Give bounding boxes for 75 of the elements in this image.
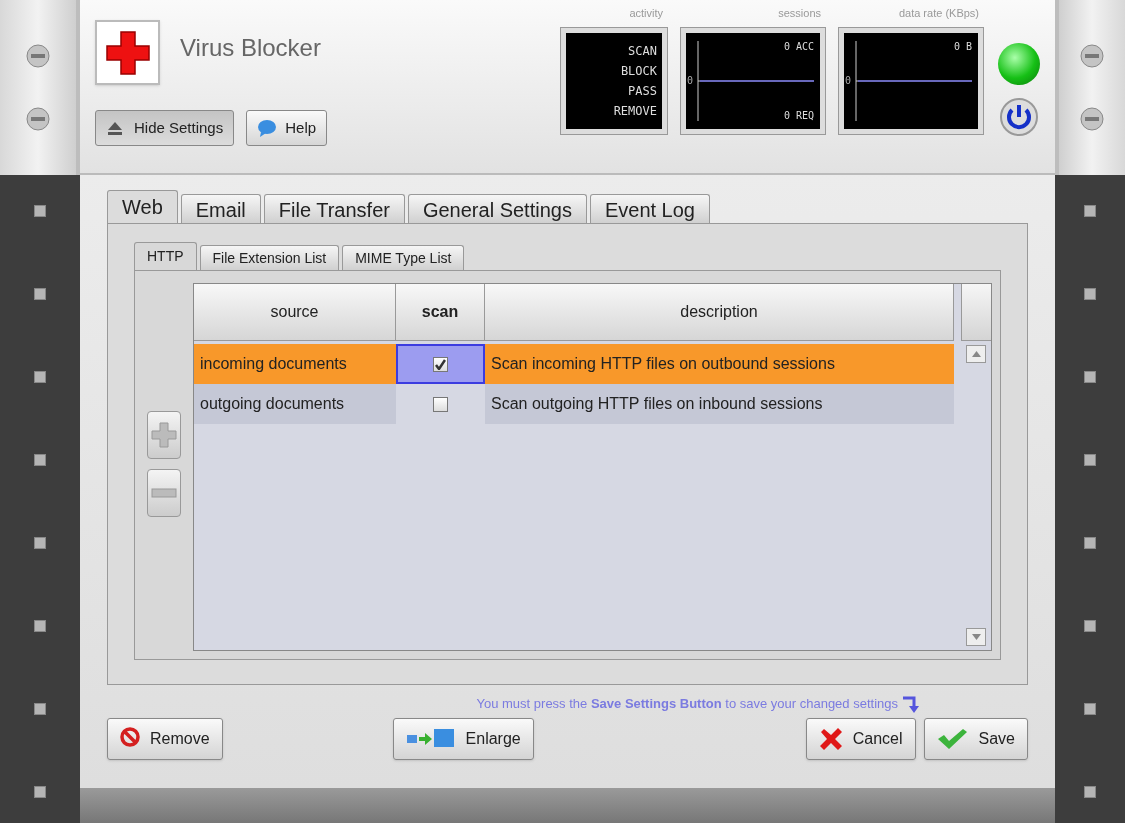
stud-icon (1084, 288, 1096, 300)
tab[interactable]: Web (107, 190, 178, 223)
checkmark-icon (936, 727, 969, 751)
table-cell-text: Scan outgoing HTTP files on inbound sessions (490, 394, 824, 414)
checkmark-icon (435, 358, 446, 370)
plus-icon (151, 422, 177, 448)
stud-icon (34, 288, 46, 300)
stud-icon (1084, 786, 1096, 798)
tab[interactable]: Event Log (589, 194, 710, 223)
enlarge-button[interactable]: Enlarge (392, 718, 534, 760)
axis-label: 0 (687, 73, 694, 88)
power-icon[interactable] (999, 97, 1039, 137)
table-cell-text: Scan incoming HTTP files on outbound sessions (490, 354, 836, 374)
help-button[interactable]: Help (246, 110, 328, 146)
graph-value: 0 B (953, 39, 972, 54)
stud-icon (1084, 537, 1096, 549)
cross-icon (104, 29, 151, 76)
screw-icon (1080, 107, 1104, 132)
monitor-label: sessions (778, 6, 822, 21)
stud-icon (1084, 703, 1096, 715)
stud-icon (34, 786, 46, 798)
stud-icon (1084, 371, 1096, 383)
hide-settings-button[interactable]: Hide Settings (95, 110, 235, 146)
save-button[interactable]: Save (923, 718, 1028, 760)
graph-value: 0 ACC (783, 39, 814, 54)
stud-icon (34, 537, 46, 549)
speech-bubble-icon (257, 118, 278, 138)
stud-icon (34, 205, 46, 217)
tab[interactable]: General Settings (407, 194, 587, 223)
activity-label: BLOCK (620, 62, 657, 80)
delete-button[interactable] (147, 469, 181, 517)
screw-icon (26, 43, 50, 68)
stud-icon (1084, 454, 1096, 466)
column-header[interactable]: description (485, 284, 954, 341)
subtab[interactable]: MIME Type List (342, 245, 465, 270)
stud-icon (1084, 620, 1096, 632)
checkbox[interactable] (433, 356, 448, 372)
axis-label: 0 (845, 73, 852, 88)
subtab[interactable]: HTTP (134, 242, 197, 270)
tab[interactable]: File Transfer (263, 194, 405, 223)
scroll-down-button[interactable] (966, 628, 986, 646)
activity-label: REMOVE (613, 102, 657, 120)
stud-icon (1084, 205, 1096, 217)
table-row[interactable]: outgoing documents Scan outgoing HTTP files on inbound sessions (194, 384, 954, 424)
add-button[interactable] (147, 411, 181, 459)
down-arrow-icon (971, 634, 981, 640)
table-cell-text: outgoing documents (199, 394, 346, 414)
stud-icon (34, 620, 46, 632)
stud-icon (34, 703, 46, 715)
subtab[interactable]: File Extension List (199, 245, 340, 270)
x-icon (818, 727, 843, 751)
monitor-label: data rate (KBps) (898, 6, 980, 21)
stud-icon (34, 454, 46, 466)
column-header[interactable]: source (194, 284, 396, 341)
scroll-up-button[interactable] (966, 345, 986, 363)
save-reminder-text: You must press the Save Settings Button to save your changed settings (476, 695, 898, 714)
checkbox[interactable] (433, 396, 448, 412)
minus-icon (151, 488, 177, 498)
activity-label: SCAN (628, 42, 657, 60)
screw-icon (1080, 43, 1104, 68)
activity-label: PASS (628, 82, 657, 100)
bent-arrow-icon (902, 694, 920, 714)
up-arrow-icon (971, 351, 981, 357)
remove-button[interactable]: Remove (107, 718, 223, 760)
cancel-button[interactable]: Cancel (805, 718, 916, 760)
header-corner (961, 284, 991, 341)
table-cell-text: incoming documents (199, 354, 348, 374)
tab[interactable]: Email (180, 194, 261, 223)
app-title: Virus Blocker (180, 33, 321, 63)
monitor-label: activity (629, 6, 664, 21)
column-header[interactable]: scan (396, 284, 485, 341)
screw-icon (26, 107, 50, 132)
table-row[interactable]: incoming documents Scan incoming HTTP files on outbound sessions (194, 344, 954, 384)
graph-value: 0 REQ (783, 108, 814, 123)
stud-icon (34, 371, 46, 383)
